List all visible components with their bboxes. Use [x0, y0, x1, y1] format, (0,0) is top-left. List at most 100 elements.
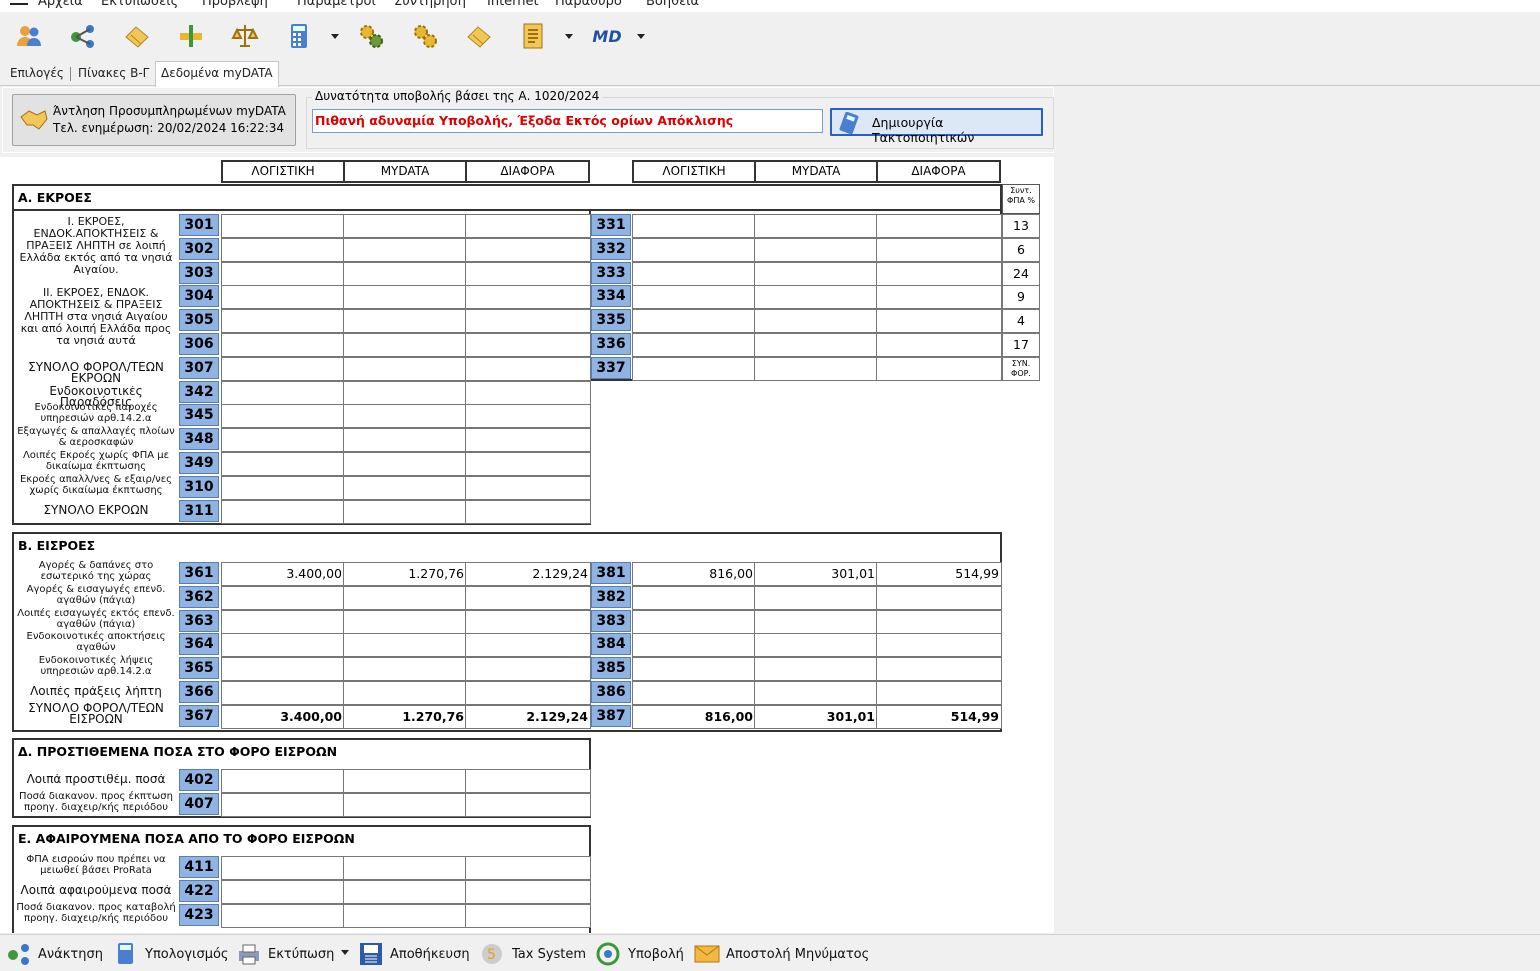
difference-cell[interactable] — [465, 903, 591, 928]
calculator-dropdown-icon[interactable] — [330, 32, 340, 42]
gears-icon[interactable] — [356, 21, 386, 51]
difference-cell[interactable] — [465, 285, 591, 310]
submit-button[interactable]: Υποβολή — [596, 942, 684, 966]
mydata-cell[interactable]: 1.270,76 — [343, 704, 467, 729]
print-button[interactable]: Εκτύπωση — [236, 942, 334, 966]
vat-accounting-cell[interactable] — [632, 356, 756, 381]
fetch-button[interactable]: Ανάκτηση — [6, 942, 103, 966]
vat-mydata-cell[interactable] — [754, 285, 878, 310]
tax-system-button[interactable]: 5 Tax System — [480, 942, 586, 966]
accounting-cell[interactable] — [221, 792, 345, 817]
difference-cell[interactable] — [465, 633, 591, 658]
vat-mydata-cell[interactable] — [754, 609, 878, 634]
gears-icon[interactable] — [410, 21, 440, 51]
difference-cell[interactable]: 2.129,24 — [465, 704, 591, 729]
tab-mydata[interactable]: Δεδομένα myDATA — [155, 61, 279, 87]
mydata-cell[interactable] — [343, 585, 467, 610]
accounting-cell[interactable] — [221, 657, 345, 682]
vat-mydata-cell[interactable] — [754, 237, 878, 262]
vat-accounting-cell[interactable] — [632, 681, 756, 705]
vat-difference-cell[interactable] — [876, 657, 1002, 682]
menu-files[interactable]: Αρχεία — [38, 0, 83, 9]
vat-difference-cell[interactable] — [876, 585, 1002, 610]
difference-cell[interactable]: 2.129,24 — [465, 562, 591, 586]
menu-forecast[interactable]: Πρόβλεψη — [202, 0, 268, 9]
vat-accounting-cell[interactable] — [632, 309, 756, 334]
vat-accounting-cell[interactable] — [632, 237, 756, 262]
accounting-cell[interactable] — [221, 214, 345, 238]
vat-difference-cell[interactable] — [876, 261, 1002, 286]
accounting-cell[interactable] — [221, 309, 345, 334]
difference-cell[interactable] — [465, 404, 591, 429]
vat-accounting-cell[interactable] — [632, 214, 756, 238]
vat-mydata-cell[interactable] — [754, 333, 878, 357]
mydata-cell[interactable] — [343, 404, 467, 429]
accounting-cell[interactable] — [221, 285, 345, 310]
difference-cell[interactable] — [465, 792, 591, 817]
vat-mydata-cell[interactable] — [754, 681, 878, 705]
mydata-cell[interactable] — [343, 657, 467, 682]
difference-cell[interactable] — [465, 309, 591, 334]
accounting-cell[interactable]: 3.400,00 — [221, 562, 345, 586]
accounting-cell[interactable] — [221, 261, 345, 286]
mydata-cell[interactable] — [343, 499, 467, 524]
mydata-cell[interactable] — [343, 356, 467, 381]
mydata-cell[interactable] — [343, 452, 467, 476]
vat-difference-cell[interactable]: 514,99 — [876, 562, 1002, 586]
vat-difference-cell[interactable]: 514,99 — [876, 704, 1002, 729]
vat-accounting-cell[interactable] — [632, 609, 756, 634]
mydata-cell[interactable] — [343, 792, 467, 817]
mydata-cell[interactable] — [343, 879, 467, 904]
create-adjustments-button[interactable]: Δημιουργία Τακτοποιητικών — [830, 108, 1043, 145]
mydata-cell[interactable] — [343, 237, 467, 262]
vat-mydata-cell[interactable] — [754, 214, 878, 238]
mydata-cell[interactable] — [343, 903, 467, 928]
mydata-cell[interactable] — [343, 633, 467, 658]
accounting-cell[interactable] — [221, 380, 345, 405]
mydata-cell[interactable] — [343, 285, 467, 310]
difference-cell[interactable] — [465, 428, 591, 453]
mydata-cell[interactable] — [343, 856, 467, 880]
vat-difference-cell[interactable] — [876, 333, 1002, 357]
vat-accounting-cell[interactable] — [632, 285, 756, 310]
vat-mydata-cell[interactable] — [754, 356, 878, 381]
difference-cell[interactable] — [465, 333, 591, 357]
vat-mydata-cell[interactable]: 301,01 — [754, 704, 878, 729]
accounting-cell[interactable] — [221, 903, 345, 928]
difference-cell[interactable] — [465, 769, 591, 793]
vat-accounting-cell[interactable] — [632, 657, 756, 682]
accounting-cell[interactable] — [221, 769, 345, 793]
mydata-dropdown-icon[interactable] — [636, 32, 646, 42]
difference-cell[interactable] — [465, 657, 591, 682]
vat-mydata-cell[interactable] — [754, 633, 878, 658]
accounting-cell[interactable] — [221, 585, 345, 610]
vat-difference-cell[interactable] — [876, 309, 1002, 334]
mydata-cell[interactable] — [343, 261, 467, 286]
difference-cell[interactable] — [465, 237, 591, 262]
difference-cell[interactable] — [465, 356, 591, 381]
vat-difference-cell[interactable] — [876, 285, 1002, 310]
vat-difference-cell[interactable] — [876, 633, 1002, 658]
mydata-cell[interactable] — [343, 309, 467, 334]
accounting-cell[interactable] — [221, 879, 345, 904]
menu-prints[interactable]: Εκτυπώσεις — [101, 0, 178, 9]
vat-accounting-cell[interactable]: 816,00 — [632, 562, 756, 586]
eraser-icon[interactable] — [122, 21, 152, 51]
accounting-cell[interactable] — [221, 452, 345, 476]
accounting-cell[interactable]: 3.400,00 — [221, 704, 345, 729]
mydata-cell[interactable] — [343, 333, 467, 357]
print-dropdown-icon[interactable] — [340, 948, 350, 958]
difference-cell[interactable] — [465, 879, 591, 904]
difference-cell[interactable] — [465, 214, 591, 238]
accounting-cell[interactable] — [221, 633, 345, 658]
difference-cell[interactable] — [465, 609, 591, 634]
tab-options[interactable]: Επιλογές — [5, 64, 69, 86]
mydata-cell[interactable] — [343, 769, 467, 793]
accounting-cell[interactable] — [221, 856, 345, 880]
difference-cell[interactable] — [465, 452, 591, 476]
mydata-cell[interactable] — [343, 380, 467, 405]
accounting-cell[interactable] — [221, 681, 345, 705]
vat-mydata-cell[interactable]: 301,01 — [754, 562, 878, 586]
share-icon[interactable] — [68, 21, 98, 51]
users-icon[interactable] — [14, 21, 44, 51]
